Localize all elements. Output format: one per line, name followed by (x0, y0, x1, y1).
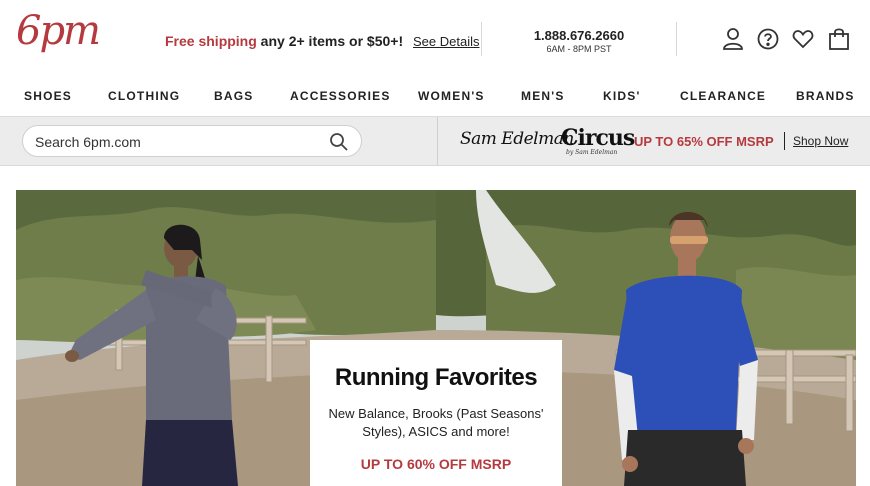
nav-item-womens[interactable]: WOMEN'S (418, 89, 485, 103)
page: 6pm Free shipping any 2+ items or $50+! … (0, 0, 870, 486)
hero-title: Running Favorites (334, 364, 538, 391)
promo-accent-text: Free shipping (165, 33, 257, 49)
brand-offer-text: UP TO 65% OFF MSRP (634, 134, 774, 149)
nav-item-mens[interactable]: MEN'S (521, 89, 565, 103)
shopping-bag-icon[interactable] (827, 26, 851, 52)
nav-item-bags[interactable]: BAGS (214, 89, 253, 103)
hero-offer[interactable]: UP TO 60% OFF MSRP (310, 456, 562, 472)
nav-item-clearance[interactable]: CLEARANCE (680, 89, 766, 103)
nav-item-kids[interactable]: KIDS' (603, 89, 641, 103)
phone-contact: 1.888.676.2660 6AM - 8PM PST (520, 28, 638, 54)
header-divider (481, 22, 482, 56)
search-box (22, 125, 362, 157)
account-icon[interactable] (721, 26, 745, 52)
shipping-promo: Free shipping any 2+ items or $50+! See … (165, 33, 479, 49)
promo-text: any 2+ items or $50+! (256, 33, 404, 49)
search-input[interactable] (35, 132, 325, 152)
search-promo-band: Sam Edelman Circus by Sam Edelman UP TO … (0, 116, 870, 166)
hero-banner[interactable]: Running Favorites New Balance, Brooks (P… (16, 190, 856, 486)
circus-logo-sub: by Sam Edelman (566, 149, 618, 156)
sam-edelman-logo[interactable]: Sam Edelman (460, 129, 574, 149)
header-divider (676, 22, 677, 56)
shop-now-link[interactable]: Shop Now (793, 134, 848, 148)
see-details-link[interactable]: See Details (413, 34, 479, 49)
phone-number[interactable]: 1.888.676.2660 (520, 28, 638, 43)
hero-text-card: Running Favorites New Balance, Brooks (P… (310, 340, 562, 486)
offer-divider (784, 132, 785, 150)
top-header: 6pm Free shipping any 2+ items or $50+! … (0, 0, 870, 80)
nav-item-shoes[interactable]: SHOES (24, 89, 72, 103)
nav-item-brands[interactable]: BRANDS (796, 89, 855, 103)
hero-subtitle: New Balance, Brooks (Past Seasons' Style… (328, 406, 544, 439)
help-icon[interactable] (756, 26, 780, 52)
nav-item-accessories[interactable]: ACCESSORIES (290, 89, 391, 103)
circus-logo[interactable]: Circus (561, 125, 635, 151)
nav-item-clothing[interactable]: CLOTHING (108, 89, 180, 103)
site-logo[interactable]: 6pm (16, 8, 101, 54)
band-divider (437, 117, 438, 165)
main-nav: SHOES CLOTHING BAGS ACCESSORIES WOMEN'S … (0, 80, 870, 116)
phone-hours: 6AM - 8PM PST (546, 44, 612, 54)
favorites-heart-icon[interactable] (791, 26, 815, 52)
search-icon[interactable] (329, 132, 349, 152)
